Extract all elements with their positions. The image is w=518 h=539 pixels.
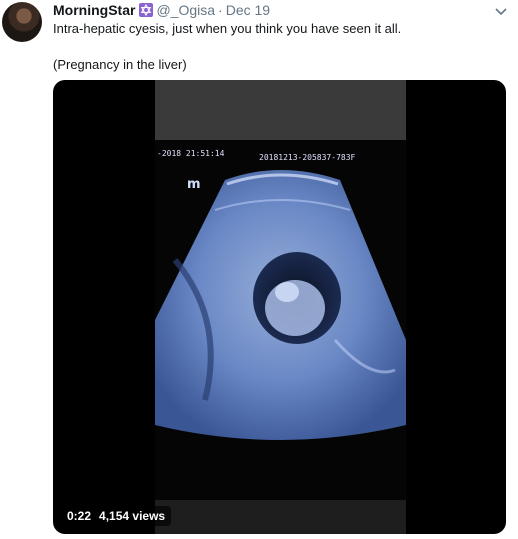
timestamp[interactable]: Dec 19 [226, 2, 270, 18]
meta-separator: · [218, 2, 223, 18]
ultrasound-datetime: -2018 21:51:14 [157, 149, 225, 158]
tweet-text-line: Intra-hepatic cyesis, just when you thin… [53, 21, 402, 36]
ultrasound-marker: m [187, 177, 201, 192]
video-views: 4,154 views [99, 509, 166, 523]
display-name[interactable]: MorningStar [53, 2, 135, 18]
tweet-header: MorningStar @_Ogisa · Dec 19 [53, 1, 270, 19]
star-of-david-icon [139, 3, 154, 17]
video-player[interactable]: -2018 21:51:14 20181213-205837-783F m 0:… [53, 80, 506, 534]
user-handle[interactable]: @_Ogisa [156, 2, 215, 18]
video-duration: 0:22 [67, 509, 92, 523]
avatar[interactable] [2, 2, 42, 42]
tweet-text-line: (Pregnancy in the liver) [53, 57, 187, 72]
video-thumbnail: -2018 21:51:14 20181213-205837-783F m [155, 80, 406, 534]
video-stats: 0:22 4,154 views [61, 506, 172, 526]
ultrasound-study-id: 20181213-205837-783F [259, 153, 356, 162]
tweet-text: Intra-hepatic cyesis, just when you thin… [53, 20, 503, 74]
chevron-down-icon[interactable] [494, 4, 508, 16]
